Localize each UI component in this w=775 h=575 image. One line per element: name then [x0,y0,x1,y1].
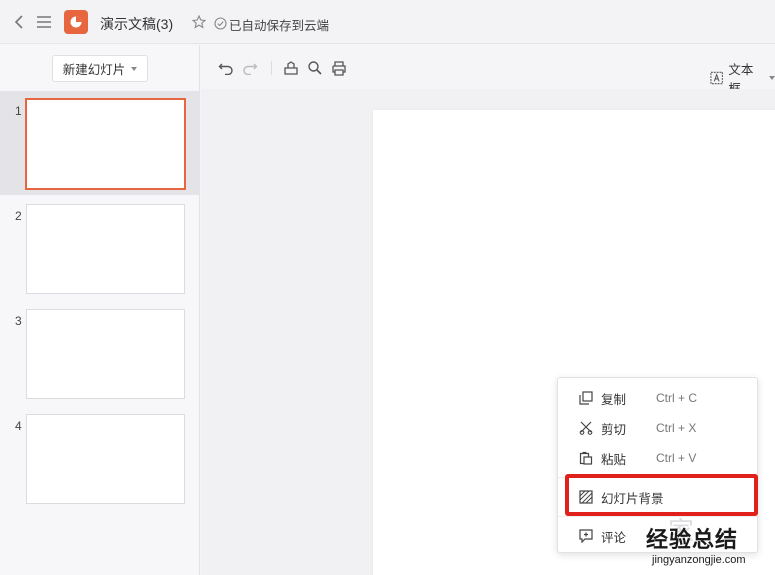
menu-item-label: 评论 [601,530,627,545]
menu-divider [558,516,757,517]
menu-icon[interactable] [36,14,52,30]
paste-icon [578,450,594,466]
saved-check-icon [212,15,228,31]
scissors-icon [578,420,594,436]
slide-thumbnail-row[interactable]: 1 [0,91,199,195]
menu-item-paste[interactable]: 粘贴 Ctrl + V [558,444,757,472]
slide-number: 2 [15,209,22,223]
slide-thumbnail[interactable] [26,414,185,504]
top-bar: 演示文稿(3) 已自动保存到云端 [0,0,775,44]
menu-item-shortcut: Ctrl + V [656,451,697,465]
menu-item-shortcut: Ctrl + X [656,421,697,435]
chevron-down-icon[interactable] [769,76,775,80]
menu-item-label: 粘贴 [601,452,627,467]
presentation-app-logo [64,10,88,34]
toolbar-divider [271,61,272,75]
format-painter-icon[interactable] [283,60,299,76]
slide-thumbnail-row[interactable]: 4 [0,406,199,510]
copy-icon [578,390,594,406]
menu-divider [558,477,757,478]
menu-item-cut[interactable]: 剪切 Ctrl + X [558,414,757,442]
search-icon[interactable] [307,60,323,76]
save-status: 已自动保存到云端 [229,19,330,33]
editor-toolbar: 文本框 [201,45,775,96]
slide-thumbnail[interactable] [26,309,185,399]
slide-thumbnail-row[interactable]: 3 [0,301,199,405]
menu-item-copy[interactable]: 复制 Ctrl + C [558,384,757,412]
watermark-site: jingyanzongjie.com [652,554,746,566]
menu-item-slide-background[interactable]: 幻灯片背景 [558,483,757,511]
menu-item-label: 复制 [601,392,627,407]
star-icon[interactable] [191,14,207,30]
back-icon[interactable] [11,14,27,30]
background-icon [578,489,594,505]
slide-number: 3 [15,314,22,328]
redo-icon[interactable] [242,60,258,76]
slide-number: 4 [15,419,22,433]
slide-thumbnail[interactable] [25,98,186,190]
comment-icon [578,528,594,544]
print-icon[interactable] [331,60,347,76]
document-title[interactable]: 演示文稿(3) [100,14,173,34]
new-slide-label: 新建幻灯片 [62,63,126,77]
watermark-brand: 经验总结 [646,527,739,552]
menu-item-shortcut: Ctrl + C [656,391,698,405]
chevron-down-icon[interactable] [131,66,138,71]
textbox-icon [710,71,723,85]
menu-item-label: 幻灯片背景 [601,491,664,506]
new-slide-button[interactable]: 新建幻灯片 [52,55,148,82]
slide-thumbnail[interactable] [26,204,185,294]
menu-item-label: 剪切 [601,422,627,437]
slide-number: 1 [15,104,22,118]
slide-thumbnail-row[interactable]: 2 [0,196,199,300]
slide-sidebar: 新建幻灯片 1 2 3 4 [0,45,200,575]
undo-icon[interactable] [218,60,234,76]
